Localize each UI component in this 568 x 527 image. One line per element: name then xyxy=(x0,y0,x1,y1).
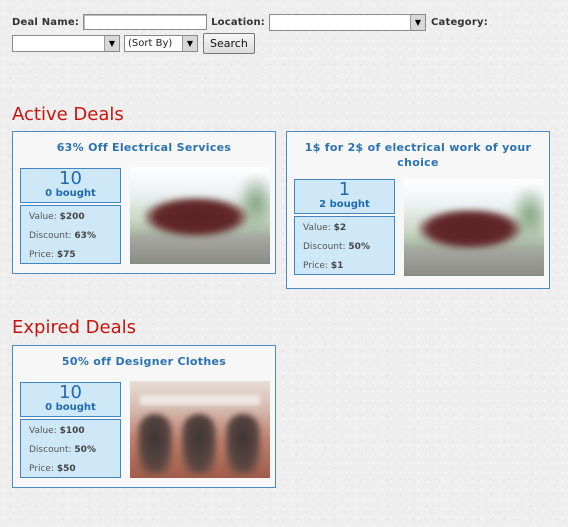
expired-deals-title: Expired Deals xyxy=(12,317,137,338)
deal-value: $200 xyxy=(59,212,85,222)
deal-card[interactable]: 63% Off Electrical Services 10 0 bought … xyxy=(12,131,276,274)
deal-name-label: Deal Name: xyxy=(12,16,80,28)
chevron-down-icon[interactable]: ▼ xyxy=(182,35,197,51)
price-label: Price: xyxy=(29,250,54,260)
category-select[interactable]: ▼ xyxy=(12,34,120,52)
location-label: Location: xyxy=(211,16,265,28)
deal-info-box: Value: $2 Discount: 50% Price: $1 xyxy=(294,216,395,275)
deal-bought: 2 bought xyxy=(319,199,370,210)
deal-title[interactable]: 1$ for 2$ of electrical work of your cho… xyxy=(293,140,543,170)
deal-discount: 50% xyxy=(74,445,96,455)
deal-count: 10 xyxy=(59,168,82,189)
active-deals-title: Active Deals xyxy=(12,104,124,125)
sort-select-value: (Sort By) xyxy=(128,37,173,49)
deal-value: $100 xyxy=(59,426,85,436)
deal-count-box: 10 0 bought xyxy=(20,382,121,417)
chevron-down-icon[interactable]: ▼ xyxy=(409,14,425,30)
deal-image[interactable] xyxy=(130,167,270,264)
deal-count-box: 1 2 bought xyxy=(294,179,395,214)
search-bar: Deal Name: Location: ▼ Category: ▼ (Sort… xyxy=(12,12,562,54)
deal-image[interactable] xyxy=(404,179,544,276)
deal-title[interactable]: 63% Off Electrical Services xyxy=(19,140,269,155)
discount-label: Discount: xyxy=(29,445,72,455)
chevron-down-icon[interactable]: ▼ xyxy=(104,35,119,51)
discount-label: Discount: xyxy=(29,231,72,241)
discount-label: Discount: xyxy=(303,242,346,252)
value-label: Value: xyxy=(29,426,57,436)
sort-select[interactable]: (Sort By) ▼ xyxy=(124,34,198,52)
deal-price: $1 xyxy=(330,261,344,271)
deal-discount: 50% xyxy=(348,242,370,252)
deal-count: 1 xyxy=(338,179,351,200)
price-label: Price: xyxy=(303,261,328,271)
deal-bought: 0 bought xyxy=(45,188,96,199)
location-select[interactable]: ▼ xyxy=(268,13,426,31)
value-label: Value: xyxy=(29,212,57,222)
deal-info-box: Value: $100 Discount: 50% Price: $50 xyxy=(20,419,121,478)
deal-value: $2 xyxy=(333,223,347,233)
category-label: Category: xyxy=(430,16,488,28)
value-label: Value: xyxy=(303,223,331,233)
deal-price: $50 xyxy=(56,464,76,474)
deal-bought: 0 bought xyxy=(45,402,96,413)
deal-count: 10 xyxy=(59,382,82,403)
deal-card[interactable]: 50% off Designer Clothes 10 0 bought Val… xyxy=(12,345,276,488)
price-label: Price: xyxy=(29,464,54,474)
deal-image[interactable] xyxy=(130,381,270,478)
search-button[interactable]: Search xyxy=(203,32,255,54)
deal-title[interactable]: 50% off Designer Clothes xyxy=(19,354,269,369)
deal-card[interactable]: 1$ for 2$ of electrical work of your cho… xyxy=(286,131,550,289)
deal-info-box: Value: $200 Discount: 63% Price: $75 xyxy=(20,205,121,264)
deal-price: $75 xyxy=(56,250,76,260)
deal-discount: 63% xyxy=(74,231,96,241)
deal-name-input[interactable] xyxy=(83,14,208,30)
deal-count-box: 10 0 bought xyxy=(20,168,121,203)
